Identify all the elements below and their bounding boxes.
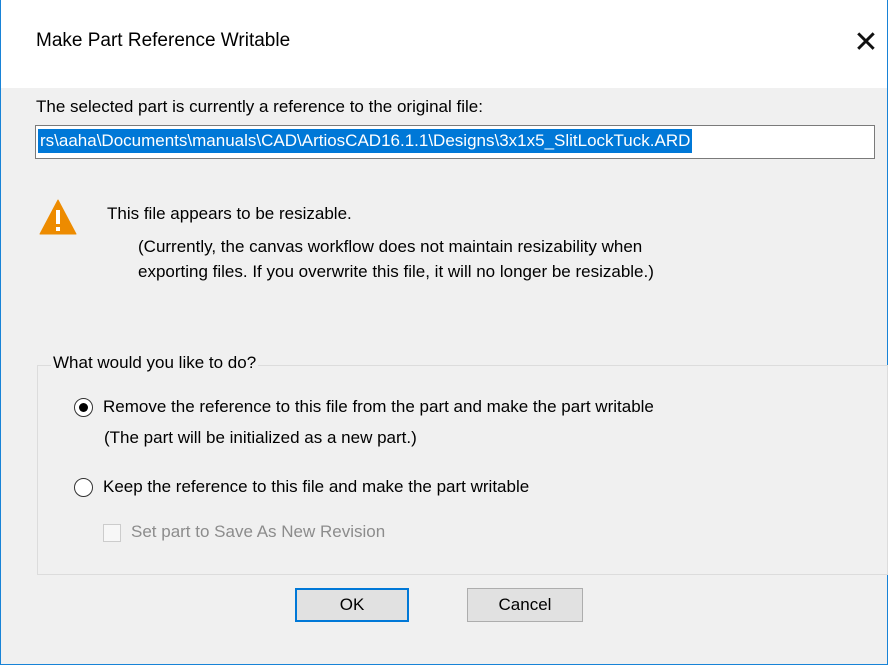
remove-reference-radio[interactable] (74, 398, 93, 417)
warning-detail-line1: (Currently, the canvas workflow does not… (138, 237, 643, 256)
dialog-title: Make Part Reference Writable (36, 30, 291, 51)
keep-reference-radio[interactable] (74, 478, 93, 497)
keep-reference-label[interactable]: Keep the reference to this file and make… (103, 477, 529, 497)
dialog-window: Make Part Reference Writable ✕ The selec… (0, 0, 888, 665)
warning-title: This file appears to be resizable. (107, 204, 352, 223)
dialog-body: The selected part is currently a referen… (1, 88, 888, 664)
save-as-new-revision-checkbox[interactable] (103, 524, 121, 542)
warning-icon (39, 199, 77, 235)
save-as-new-revision-label: Set part to Save As New Revision (131, 522, 386, 541)
warning-detail-line2: exporting files. If you overwrite this f… (138, 262, 654, 281)
remove-reference-label[interactable]: Remove the reference to this file from t… (103, 397, 654, 417)
warning-detail: (Currently, the canvas workflow does not… (138, 234, 654, 284)
remove-reference-note: (The part will be initialized as a new p… (104, 428, 417, 447)
ok-button[interactable]: OK (295, 588, 409, 622)
cancel-button[interactable]: Cancel (467, 588, 583, 622)
close-icon[interactable]: ✕ (846, 18, 886, 68)
options-legend: What would you like to do? (51, 353, 259, 373)
intro-text: The selected part is currently a referen… (36, 97, 483, 116)
file-path-text: rs\aaha\Documents\manuals\CAD\ArtiosCAD1… (38, 129, 693, 153)
title-bar: Make Part Reference Writable ✕ (1, 0, 887, 88)
file-path-field[interactable]: rs\aaha\Documents\manuals\CAD\ArtiosCAD1… (35, 125, 875, 159)
